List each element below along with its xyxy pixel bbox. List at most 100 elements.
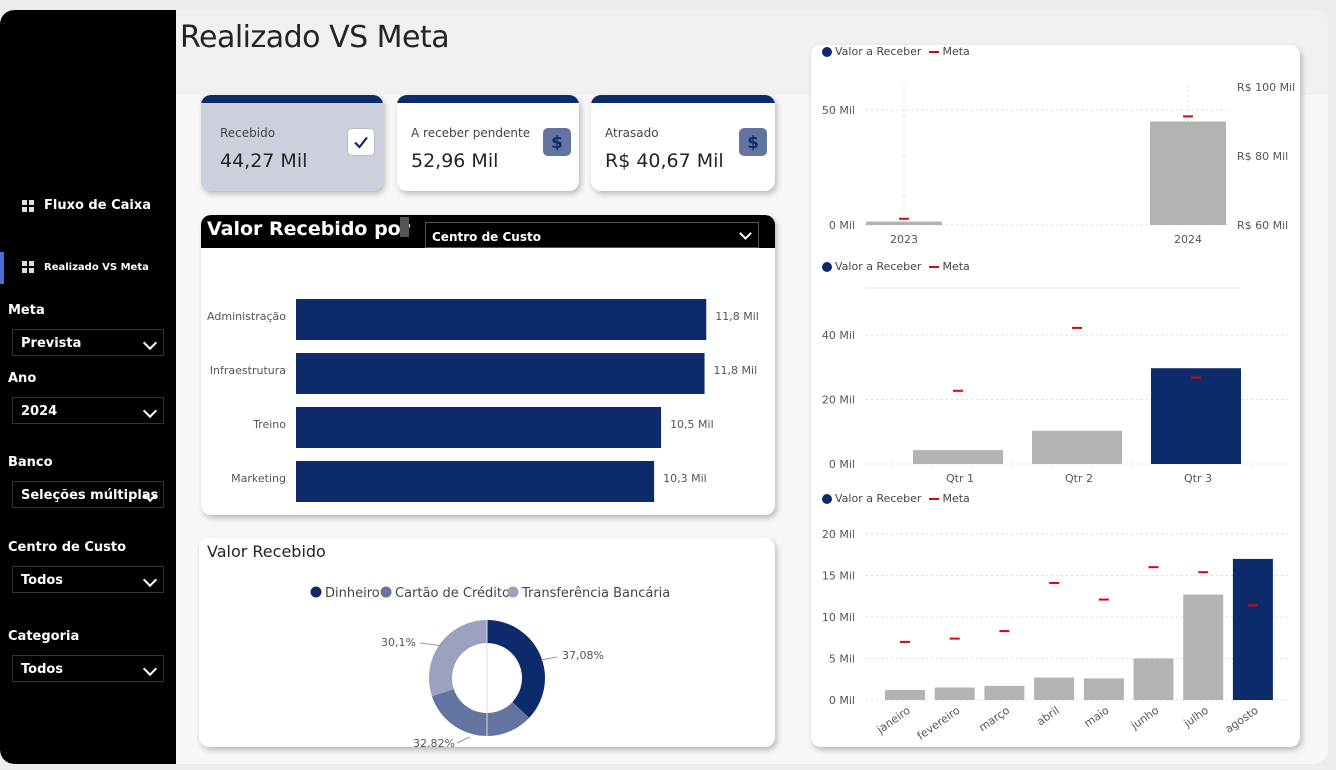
filter-label-banco: Banco	[8, 455, 53, 470]
page-title: Realizado VS Meta	[180, 20, 450, 55]
leader-line	[540, 656, 558, 661]
y2-tick-label: R$ 60 Mil	[1237, 219, 1288, 232]
x-tick-label: julho	[1181, 704, 1211, 731]
dropdown-value: Seleções múltiplas	[21, 488, 159, 503]
kpi-label: Atrasado	[605, 126, 659, 140]
panel-title: Valor Recebido por	[207, 218, 411, 240]
x-tick-label: Qtr 3	[1184, 472, 1212, 485]
bar	[1232, 558, 1273, 700]
legend-marker-valor	[822, 493, 832, 504]
data-label: 11,8 Mil	[715, 310, 759, 323]
category-label: Administração	[207, 310, 286, 323]
donut-slice	[431, 689, 530, 736]
bar	[934, 687, 975, 700]
y2-tick-label: R$ 80 Mil	[1237, 150, 1288, 163]
legend-marker-valor	[822, 261, 832, 272]
categoria-dropdown[interactable]: Todos	[12, 655, 164, 682]
x-tick-label: janeiro	[874, 704, 913, 737]
legend-marker	[380, 586, 392, 598]
y-tick-label: 20 Mil	[822, 394, 855, 407]
app-root: Fluxo de Caixa Realizado VS Meta Meta Pr…	[0, 0, 1336, 770]
bar	[913, 450, 1003, 464]
check-icon[interactable]	[347, 128, 375, 156]
report-page-icon	[22, 261, 34, 273]
nav-item-fluxo-de-caixa[interactable]: Fluxo de Caixa	[22, 198, 151, 213]
y-tick-label: 20 Mil	[822, 528, 855, 541]
x-tick-label: agosto	[1223, 704, 1261, 736]
filter-label-centro-de-custo: Centro de Custo	[8, 540, 127, 555]
dropdown-value: Todos	[21, 573, 64, 588]
donut-slice	[487, 620, 545, 718]
nav-item-label: Realizado VS Meta	[44, 261, 149, 273]
meta-dropdown[interactable]: Prevista	[12, 329, 164, 356]
nav-active-indicator	[0, 252, 4, 284]
bar	[296, 461, 655, 502]
x-tick-label: maio	[1082, 704, 1112, 730]
legend-label: Valor a Receber	[835, 45, 922, 58]
bar	[1133, 658, 1174, 700]
report-canvas: Fluxo de Caixa Realizado VS Meta Meta Pr…	[0, 10, 1328, 764]
dollar-icon[interactable]: $	[739, 128, 767, 156]
y-tick-label: 0 Mil	[829, 458, 855, 471]
legend-marker-meta	[929, 497, 940, 500]
banco-dropdown[interactable]: Seleções múltiplas	[12, 481, 164, 508]
nav-item-realizado-vs-meta[interactable]: Realizado VS Meta	[22, 261, 149, 273]
dollar-icon[interactable]: $	[543, 128, 571, 156]
legend-month-chart: Valor a Receber Meta	[822, 492, 970, 505]
donut-chart: Dinheiro Cartão de Crédito Transferência B…	[310, 586, 670, 747]
filter-label-categoria: Categoria	[8, 629, 80, 644]
x-tick-label: março	[976, 704, 1012, 735]
card-accent-bar	[201, 95, 383, 103]
donut-slice	[429, 620, 487, 697]
realizado-vs-meta-charts-panel: Valor a Receber Meta 0 Mil 50 Mil R$ 60 Mi…	[811, 45, 1300, 747]
svg-text:$: $	[551, 133, 563, 152]
chevron-down-icon	[142, 661, 158, 677]
x-tick-label: Qtr 1	[946, 472, 974, 485]
legend-year-chart: Valor a Receber Meta	[822, 45, 970, 58]
y-tick-label: 15 Mil	[822, 570, 855, 583]
report-page-icon	[22, 199, 34, 212]
kpi-value: R$ 40,67 Mil	[605, 150, 724, 172]
data-label: 10,3 Mil	[663, 472, 707, 485]
legend-marker-valor	[822, 46, 832, 57]
y-tick-label: 0 Mil	[829, 219, 855, 232]
legend-marker	[310, 586, 322, 598]
bar	[296, 299, 707, 340]
x-tick-label: fevereiro	[915, 704, 963, 743]
bar	[1032, 430, 1122, 464]
kpi-card-a-receber-pendente[interactable]: A receber pendente 52,96 Mil $	[397, 95, 579, 191]
valor-recebido-por-panel: Valor Recebido por Centro de Custo Admin…	[201, 215, 775, 515]
card-accent-bar	[397, 95, 579, 103]
year-chart: 0 Mil 50 Mil R$ 60 Mil R$ 80 Mil R$ 100 Mil 2…	[822, 81, 1295, 246]
ano-dropdown[interactable]: 2024	[12, 397, 164, 424]
data-label: 30,1%	[381, 636, 416, 649]
legend-label: Meta	[942, 492, 970, 505]
legend-label: Meta	[942, 45, 970, 58]
kpi-card-atrasado[interactable]: Atrasado R$ 40,67 Mil $	[591, 95, 775, 191]
legend-marker-meta	[929, 50, 940, 53]
legend-label: Valor a Receber	[835, 260, 922, 273]
bar	[1151, 368, 1241, 464]
kpi-label: A receber pendente	[411, 126, 531, 140]
leader-line	[419, 642, 444, 647]
legend-label: Cartão de Crédito	[395, 586, 510, 601]
kpi-label: Recebido	[220, 126, 276, 140]
sidebar: Fluxo de Caixa Realizado VS Meta Meta Pr…	[0, 10, 176, 764]
x-tick-label: junho	[1128, 704, 1162, 733]
y-tick-label: 50 Mil	[822, 104, 855, 117]
bar	[984, 685, 1025, 700]
bar	[1083, 678, 1124, 700]
legend-label: Meta	[942, 260, 970, 273]
centro-de-custo-dropdown[interactable]: Todos	[12, 566, 164, 593]
category-label: Infraestrutura	[210, 364, 286, 377]
legend-marker	[507, 586, 519, 598]
filter-label-ano: Ano	[8, 371, 37, 386]
y-tick-label: 5 Mil	[829, 653, 855, 666]
kpi-card-recebido[interactable]: Recebido 44,27 Mil	[201, 95, 383, 191]
bar	[1150, 121, 1226, 225]
y-tick-label: 40 Mil	[822, 329, 855, 342]
bar	[296, 407, 662, 448]
dimension-selector[interactable]: Centro de Custo	[425, 222, 759, 248]
legend-label: Valor a Receber	[835, 492, 922, 505]
x-tick-label: 2023	[890, 233, 918, 246]
